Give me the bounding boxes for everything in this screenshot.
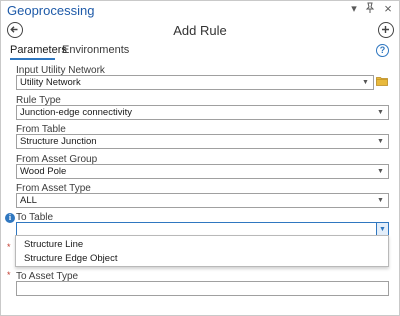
required-marker: * xyxy=(7,242,11,252)
from-asset-type-dropdown[interactable]: ALL ▼ xyxy=(16,193,389,208)
input-utility-network-field[interactable]: Utility Network ▼ xyxy=(16,75,374,90)
close-icon[interactable]: × xyxy=(381,2,395,16)
chevron-down-icon[interactable]: ▼ xyxy=(376,135,385,148)
from-table-value: Structure Junction xyxy=(20,136,97,147)
from-asset-type-value: ALL xyxy=(20,195,37,206)
rule-type-dropdown[interactable]: Junction-edge connectivity ▼ xyxy=(16,105,389,120)
to-table-options-popup: Structure Line Structure Edge Object xyxy=(15,235,389,267)
help-icon[interactable]: ? xyxy=(376,44,389,57)
chevron-down-icon[interactable]: ▼ xyxy=(361,76,370,89)
dropdown-menu-icon[interactable]: ▾ xyxy=(347,2,361,16)
chevron-down-icon[interactable]: ▼ xyxy=(376,165,385,178)
pane-titlebar: Geoprocessing ▾ × xyxy=(1,1,399,19)
tab-environments[interactable]: Environments xyxy=(62,44,129,56)
pin-icon[interactable] xyxy=(363,2,377,16)
option-structure-line[interactable]: Structure Line xyxy=(24,239,83,250)
from-asset-group-value: Wood Pole xyxy=(20,166,67,177)
plus-icon xyxy=(382,26,389,33)
folder-icon[interactable] xyxy=(376,76,388,86)
tab-selected-indicator xyxy=(10,58,55,60)
tab-parameters[interactable]: Parameters xyxy=(10,44,67,56)
from-asset-group-dropdown[interactable]: Wood Pole ▼ xyxy=(16,164,389,179)
geoprocessing-pane: Geoprocessing ▾ × Add Rule Parameters En… xyxy=(0,0,400,316)
add-button[interactable] xyxy=(378,22,394,38)
option-structure-edge-object[interactable]: Structure Edge Object xyxy=(24,253,117,264)
required-marker: * xyxy=(7,270,11,280)
tool-title: Add Rule xyxy=(173,23,227,38)
chevron-down-icon[interactable]: ▼ xyxy=(376,106,385,119)
input-utility-network-value: Utility Network xyxy=(20,77,81,88)
pane-title: Geoprocessing xyxy=(7,3,95,18)
to-asset-type-field[interactable] xyxy=(16,281,389,296)
from-table-dropdown[interactable]: Structure Junction ▼ xyxy=(16,134,389,149)
chevron-down-icon[interactable]: ▼ xyxy=(376,194,385,207)
rule-type-value: Junction-edge connectivity xyxy=(20,107,132,118)
info-icon[interactable]: i xyxy=(5,213,15,223)
